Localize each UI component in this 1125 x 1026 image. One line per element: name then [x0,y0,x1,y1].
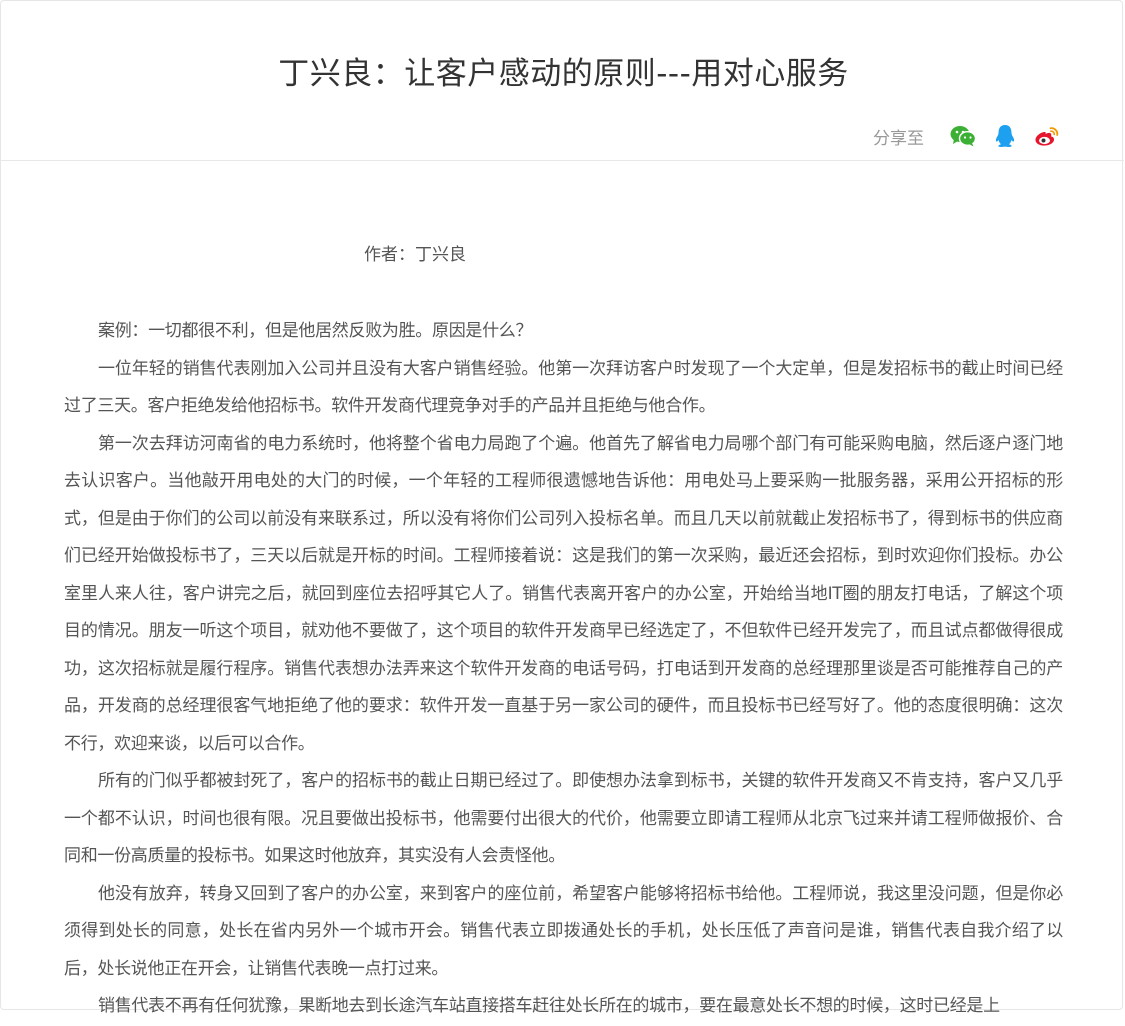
article-header: 丁兴良：让客户感动的原则---用对心服务 分享至 [1,1,1124,161]
qq-penguin-icon [995,125,1015,147]
weibo-icon [1035,127,1059,146]
paragraph: 销售代表不再有任何犹豫，果断地去到长途汽车站直接搭车赶往处长所在的城市，要在最意… [98,996,1000,1016]
share-wechat-button[interactable] [948,121,978,151]
paragraph: 第一次去拜访河南省的电力系统时，他将整个省电力局跑了个遍。他首先了解省电力局哪个… [64,433,1063,754]
share-label: 分享至 [873,128,924,149]
paragraph: 案例：一切都很不利，但是他居然反败为胜。原因是什么？ [98,321,533,341]
article-card: 丁兴良：让客户感动的原则---用对心服务 分享至 作者：丁兴良 案例：一切都很不… [0,0,1124,1016]
share-qq-button[interactable] [990,121,1020,151]
paragraph: 一位年轻的销售代表刚加入公司并且没有大客户销售经验。他第一次拜访客户时发现了一个… [64,358,1063,417]
paragraph-list: 案例：一切都很不利，但是他居然反败为胜。原因是什么？ 一位年轻的销售代表刚加入公… [64,313,1063,1026]
author-line: 作者：丁兴良 [364,245,466,265]
wechat-icon [950,126,976,147]
paragraph: 他没有放弃，转身又回到了客户的办公室，来到客户的座位前，希望客户能够将招标书给他… [64,883,1063,979]
paragraph: 所有的门似乎都被封死了，客户的招标书的截止日期已经过了。即使想办法拿到标书，关键… [64,771,1063,866]
share-weibo-button[interactable] [1032,121,1062,151]
article-title: 丁兴良：让客户感动的原则---用对心服务 [278,56,849,92]
share-bar: 分享至 [873,119,1062,153]
